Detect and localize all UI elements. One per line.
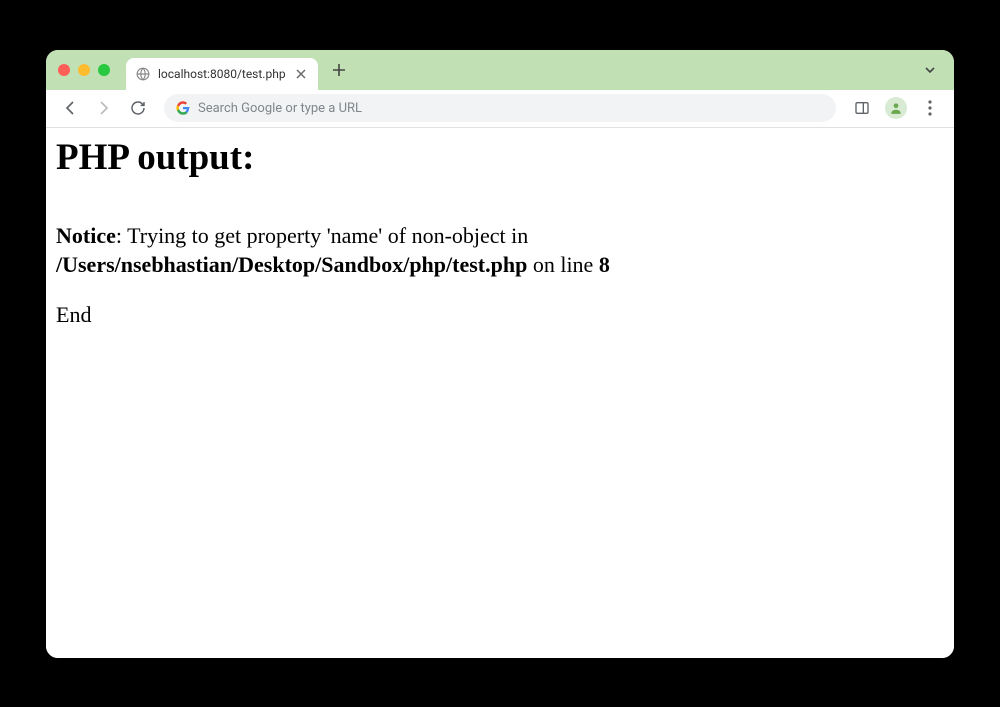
profile-button[interactable]	[882, 94, 910, 122]
close-tab-button[interactable]	[294, 67, 308, 81]
google-icon	[176, 101, 190, 115]
tab-title: localhost:8080/test.php	[158, 67, 286, 81]
page-title: PHP output:	[56, 136, 944, 179]
avatar-icon	[885, 97, 907, 119]
browser-tab[interactable]: localhost:8080/test.php	[126, 58, 318, 90]
window-controls	[58, 64, 110, 76]
notice-label: Notice	[56, 223, 116, 248]
php-notice: Notice: Trying to get property 'name' of…	[56, 221, 944, 280]
notice-line-number: 8	[599, 252, 610, 277]
menu-button[interactable]	[916, 94, 944, 122]
end-text: End	[56, 302, 944, 328]
globe-icon	[136, 67, 150, 81]
close-window-button[interactable]	[58, 64, 70, 76]
notice-message: : Trying to get property 'name' of non-o…	[116, 223, 528, 248]
tab-bar: localhost:8080/test.php	[46, 50, 954, 90]
notice-on-line-text: on line	[527, 252, 599, 277]
page-content: PHP output: Notice: Trying to get proper…	[46, 128, 954, 658]
maximize-window-button[interactable]	[98, 64, 110, 76]
back-button[interactable]	[56, 94, 84, 122]
notice-file-path: /Users/nsebhastian/Desktop/Sandbox/php/t…	[56, 252, 527, 277]
side-panel-button[interactable]	[848, 94, 876, 122]
forward-button[interactable]	[90, 94, 118, 122]
browser-window: localhost:8080/test.php	[46, 50, 954, 658]
address-bar[interactable]: Search Google or type a URL	[164, 94, 836, 122]
reload-button[interactable]	[124, 94, 152, 122]
minimize-window-button[interactable]	[78, 64, 90, 76]
tabs-dropdown-button[interactable]	[918, 58, 942, 82]
address-bar-placeholder: Search Google or type a URL	[198, 101, 824, 116]
new-tab-button[interactable]	[326, 57, 352, 83]
toolbar: Search Google or type a URL	[46, 90, 954, 128]
